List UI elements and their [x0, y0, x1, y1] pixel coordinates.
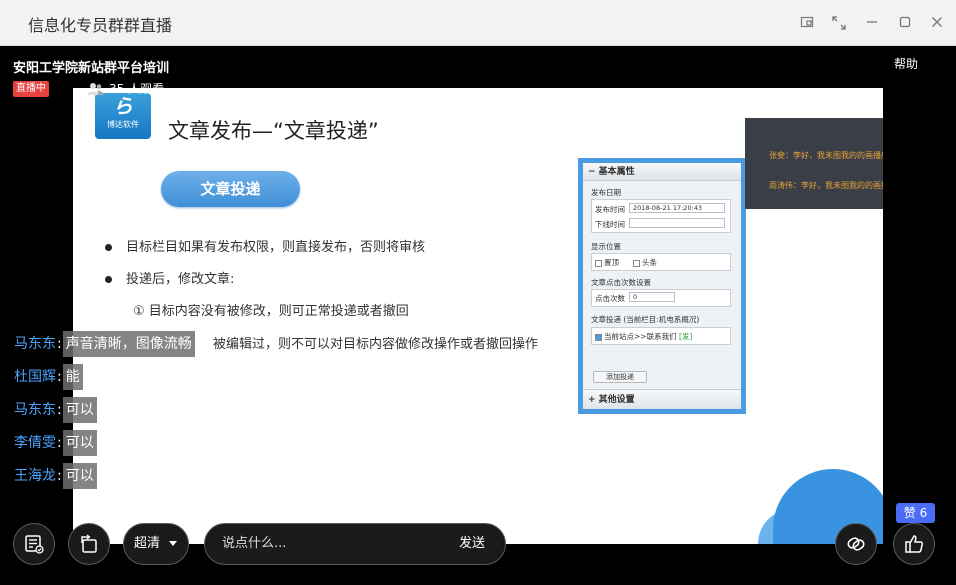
fullscreen-icon[interactable] — [828, 12, 850, 34]
link-icon — [836, 533, 876, 555]
chat-input-bar[interactable]: 说点什么... 发送 — [204, 523, 506, 565]
minimize-icon[interactable] — [861, 12, 883, 34]
slide-bullet: 目标栏目如果有发布权限，则直接发布，否则将审核 — [105, 236, 425, 255]
click-count-setting-label: 文章点击次数设置 — [591, 278, 651, 287]
publish-date-label: 发布日期 — [591, 188, 621, 197]
panel-header: − 基本属性 — [583, 163, 741, 181]
offline-time-label: 下线时间 — [595, 220, 625, 229]
pin-checkbox: 置顶 — [595, 257, 619, 268]
notes-button[interactable] — [13, 523, 55, 565]
offline-time-field — [629, 218, 725, 228]
slide-subpoint: ① 目标内容没有被修改，则可正常投递或者撤回 — [133, 304, 409, 319]
chat-message-text: 声音清晰，图像流畅 — [62, 331, 195, 357]
logo-text: 博达软件 — [107, 120, 139, 129]
chat-message-text: 可以 — [62, 463, 97, 489]
chat-message: 王海龙: 可以 — [14, 463, 97, 489]
overlay-line: 雨涛伟：李好，我未图我的的画播般， — [769, 181, 883, 190]
chat-message: 杜国辉: 能 — [14, 364, 83, 390]
overlay-line: 张斐：李好，我未图我的的画播般，大 — [769, 151, 883, 160]
delivery-target: 当前站点>>联系我们 [发] — [595, 331, 692, 342]
publish-time-label: 发布时间 — [595, 205, 625, 214]
like-button[interactable] — [893, 523, 935, 565]
click-count-label: 点击次数 — [595, 294, 625, 303]
rotate-button[interactable] — [68, 523, 110, 565]
quality-selector[interactable]: 超清 — [123, 523, 189, 565]
thumbs-up-icon — [894, 533, 934, 555]
link-button[interactable] — [835, 523, 877, 565]
viewer-count: 35 人观看 — [87, 80, 164, 97]
headline-checkbox: 头条 — [633, 257, 657, 268]
quality-label: 超清 — [134, 536, 161, 551]
settings-panel-image: − 基本属性 发布日期 发布时间 2018-08-21 17:20:43 下线时… — [578, 158, 746, 414]
help-link[interactable]: 帮助 — [894, 55, 918, 72]
live-stream-window: 信息化专员群群直播 安阳工学院新站群平台培训 帮助 直播中 35 人观看 ら 博… — [0, 0, 956, 585]
chat-user-name[interactable]: 马东东 — [14, 336, 56, 352]
chat-message: 马东东: 可以 — [14, 397, 97, 423]
slide-pill-label: 文章投递 — [161, 171, 300, 207]
caret-down-icon — [169, 541, 178, 546]
display-position-label: 显示位置 — [591, 242, 621, 251]
chat-user-name[interactable]: 王海龙 — [14, 468, 56, 484]
chat-overlay-panel: 张斐：李好，我未图我的的画播般，大 雨涛伟：李好，我未图我的的画播般， — [745, 118, 883, 209]
slide-bullet: 投递后，修改文章: — [105, 268, 234, 287]
slide-title: 文章发布—“文章投递” — [168, 119, 379, 143]
company-logo: ら 博达软件 — [95, 93, 151, 139]
close-icon[interactable] — [926, 12, 948, 34]
title-bar: 信息化专员群群直播 — [0, 0, 956, 46]
chat-message-text: 能 — [62, 364, 83, 390]
people-icon — [87, 82, 104, 96]
click-count-field: 0 — [629, 292, 675, 302]
delivery-label: 文章投递 (当前栏目:机电系概况) — [591, 315, 700, 324]
viewer-count-text: 35 人观看 — [109, 82, 165, 96]
chat-input[interactable]: 说点什么... — [222, 524, 286, 564]
panel-footer: + 其他设置 — [583, 389, 741, 409]
live-title: 安阳工学院新站群平台培训 — [13, 61, 170, 76]
like-count-badge: 赞 6 — [896, 503, 935, 523]
chat-message: 马东东: 声音清晰，图像流畅 — [14, 331, 195, 357]
chat-user-name[interactable]: 李倩雯 — [14, 435, 56, 451]
maximize-icon[interactable] — [894, 12, 916, 34]
add-delivery-button: 添加投递 — [593, 371, 647, 383]
window-title: 信息化专员群群直播 — [28, 16, 173, 35]
notes-icon — [14, 533, 54, 555]
chat-user-name[interactable]: 杜国辉 — [14, 369, 56, 385]
live-status-badge: 直播中 — [13, 81, 49, 97]
send-button[interactable]: 发送 — [459, 524, 485, 564]
chat-message-text: 可以 — [62, 397, 97, 423]
chat-message-text: 可以 — [62, 430, 97, 456]
slide-subpoint: 被编辑过，则不可以对目标内容做修改操作或者撤回操作 — [213, 337, 539, 352]
rotate-icon — [69, 533, 109, 555]
publish-time-field: 2018-08-21 17:20:43 — [629, 203, 725, 213]
chat-user-name[interactable]: 马东东 — [14, 402, 56, 418]
chat-message: 李倩雯: 可以 — [14, 430, 97, 456]
popout-icon[interactable] — [796, 12, 818, 34]
